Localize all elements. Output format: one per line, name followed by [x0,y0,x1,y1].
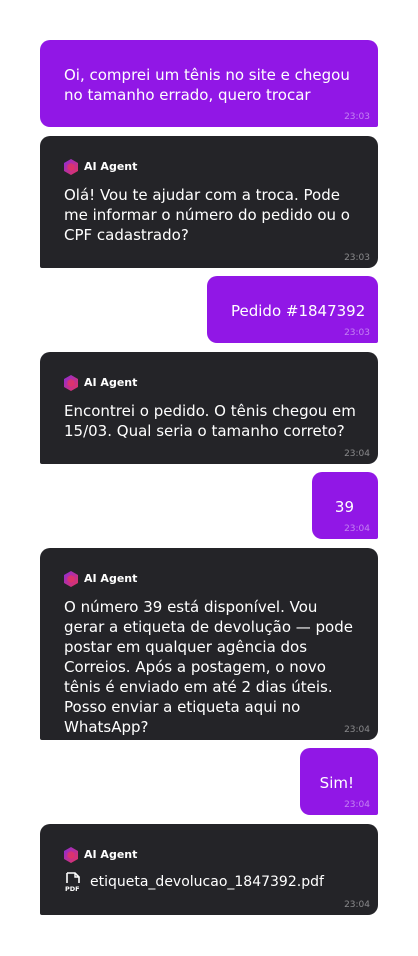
agent-name: AI Agent [84,848,138,861]
agent-name: AI Agent [84,376,138,389]
message-time: 23:03 [344,112,370,122]
message-text: Sim! [319,774,354,792]
agent-header: AI Agent [64,375,137,391]
user-message: Pedido #1847392 23:03 [207,276,378,343]
message-text: Olá! Vou te ajudar com a troca. Pode me … [64,186,350,244]
message-time: 23:03 [344,328,370,338]
message-time: 23:04 [344,800,370,810]
message-time: 23:04 [344,449,370,459]
message-time: 23:03 [344,253,370,263]
message-time: 23:04 [344,900,370,910]
user-message: 39 23:04 [312,472,378,539]
hexagon-logo-icon [64,159,78,175]
agent-header: AI Agent [64,847,137,863]
svg-text:PDF: PDF [65,885,80,892]
agent-message: AI Agent Encontrei o pedido. O tênis che… [40,352,378,464]
message-text: Encontrei o pedido. O tênis chegou em 15… [64,402,356,440]
agent-name: AI Agent [84,572,138,585]
message-time: 23:04 [344,524,370,534]
user-message: Sim! 23:04 [300,748,378,815]
agent-message: AI Agent O número 39 está disponível. Vo… [40,548,378,740]
pdf-file-icon: PDF [65,872,80,892]
hexagon-logo-icon [64,847,78,863]
hexagon-logo-icon [64,375,78,391]
agent-message: AI Agent Olá! Vou te ajudar com a troca.… [40,136,378,268]
pdf-attachment[interactable]: PDF etiqueta_devolucao_1847392.pdf [64,872,324,892]
attachment-file-name[interactable]: etiqueta_devolucao_1847392.pdf [90,872,324,892]
agent-header: AI Agent [64,571,137,587]
agent-message: AI Agent PDF etiqueta_devolucao_1847392.… [40,824,378,915]
message-time: 23:04 [344,725,370,735]
chat-thread: Oi, comprei um tênis no site e chegou no… [0,0,418,956]
agent-header: AI Agent [64,159,137,175]
agent-name: AI Agent [84,160,138,173]
message-text: 39 [334,498,354,516]
message-text: O número 39 está disponível. Vou gerar a… [64,598,353,736]
user-message: Oi, comprei um tênis no site e chegou no… [40,40,378,127]
message-text: Oi, comprei um tênis no site e chegou no… [64,66,350,104]
message-text: Pedido #1847392 [231,302,366,320]
hexagon-logo-icon [64,571,78,587]
